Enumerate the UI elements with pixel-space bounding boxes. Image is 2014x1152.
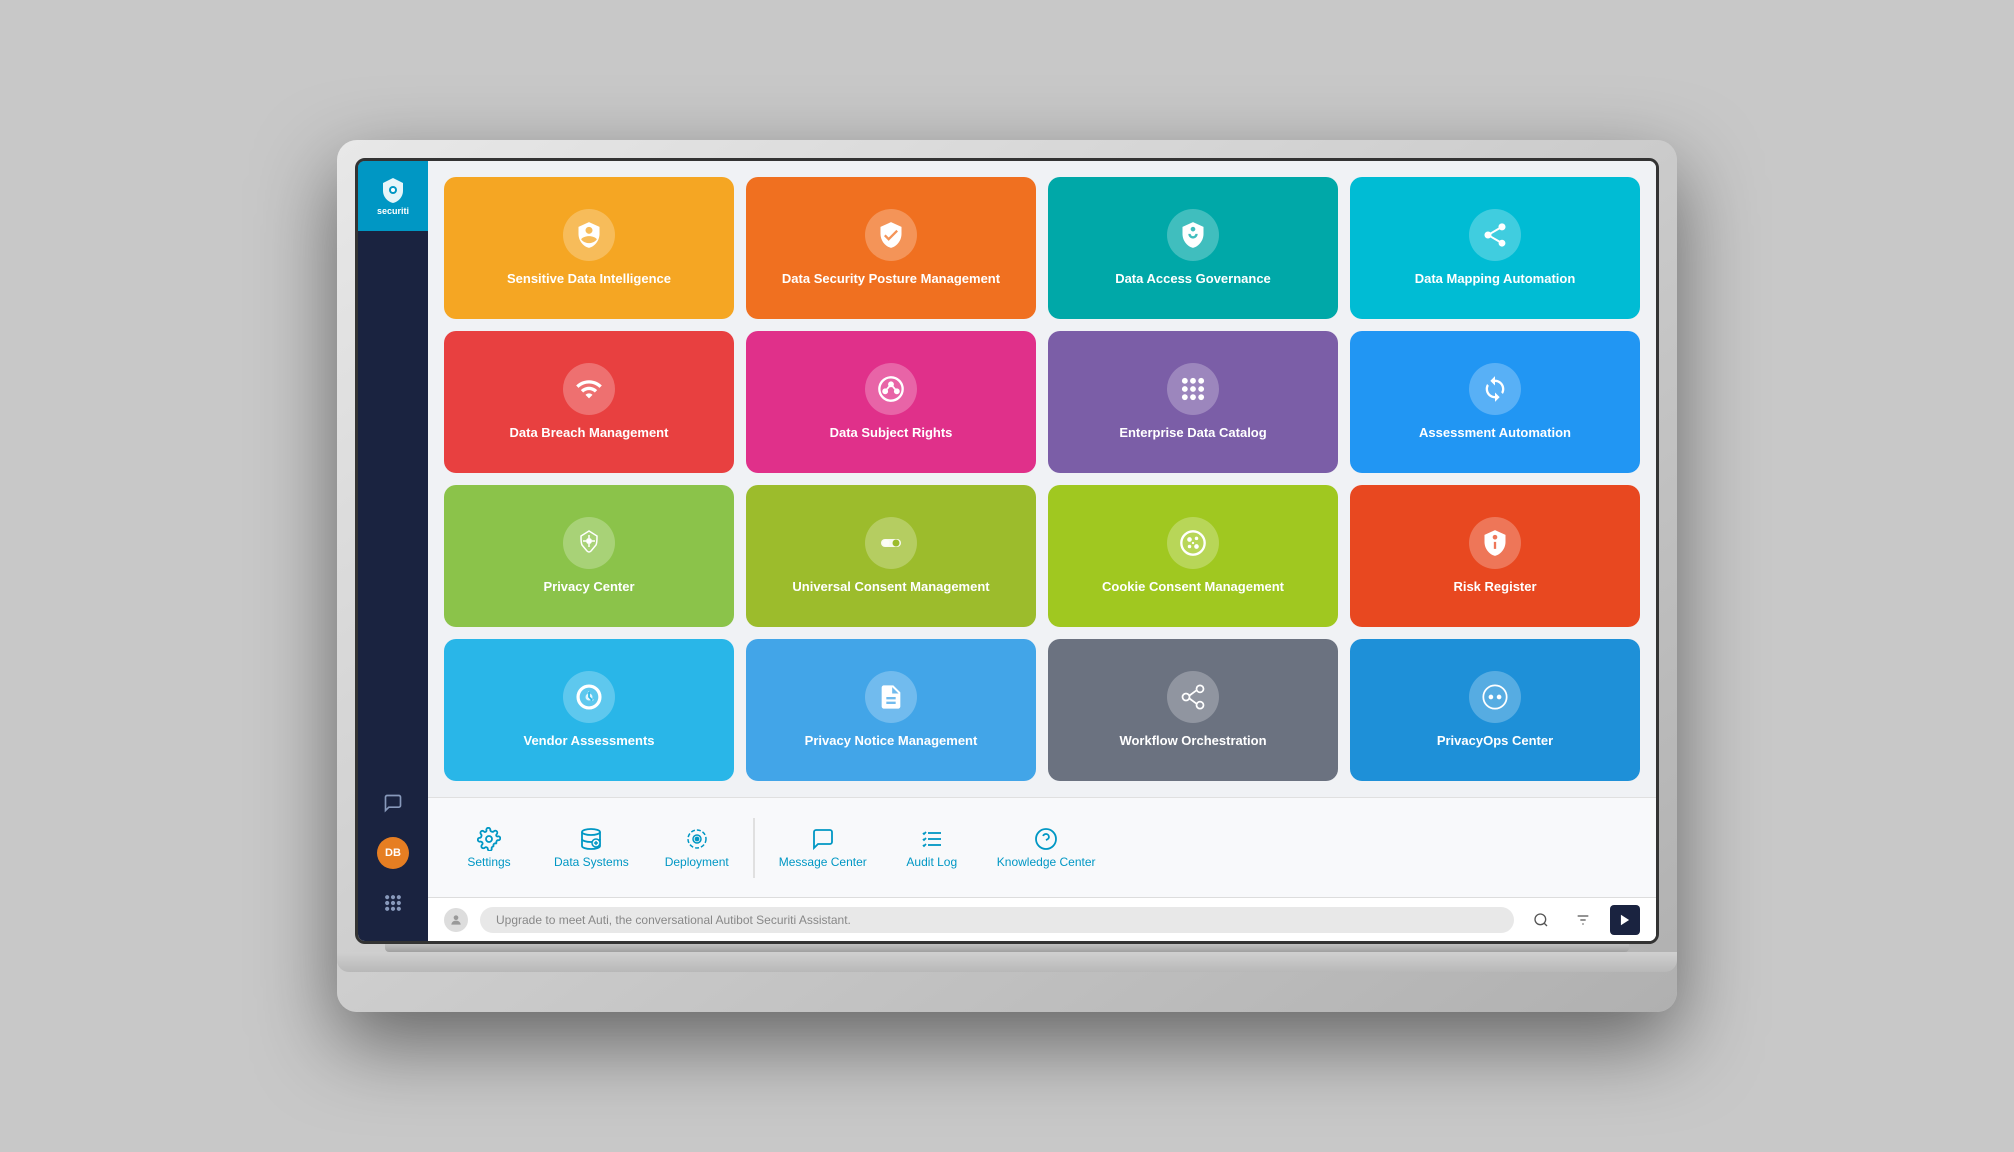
deployment-label: Deployment xyxy=(665,855,729,869)
play-bottom-icon[interactable] xyxy=(1610,905,1640,935)
sidebar-logo[interactable]: securiti xyxy=(358,161,428,231)
tile-label-vendor-assessments: Vendor Assessments xyxy=(523,733,654,750)
tile-label-privacy-center: Privacy Center xyxy=(543,579,634,596)
tile-icon-assessment xyxy=(1469,363,1521,415)
tile-enterprise-catalog[interactable]: Enterprise Data Catalog xyxy=(1048,331,1338,473)
tile-data-breach[interactable]: Data Breach Management xyxy=(444,331,734,473)
tile-assessment-automation[interactable]: Assessment Automation xyxy=(1350,331,1640,473)
tile-data-subject-rights[interactable]: Data Subject Rights xyxy=(746,331,1036,473)
tile-icon-access-governance xyxy=(1167,209,1219,261)
tile-workflow-orchestration[interactable]: Workflow Orchestration xyxy=(1048,639,1338,781)
tile-risk-register[interactable]: Risk Register xyxy=(1350,485,1640,627)
tile-icon-workflow xyxy=(1167,671,1219,723)
utility-data-systems[interactable]: Data Systems xyxy=(538,819,645,877)
knowledge-center-label: Knowledge Center xyxy=(997,855,1096,869)
laptop-hinge xyxy=(385,944,1629,952)
tile-icon-privacy-notice xyxy=(865,671,917,723)
tile-icon-subject-rights xyxy=(865,363,917,415)
tile-label-privacy-notice: Privacy Notice Management xyxy=(805,733,978,750)
chat-sidebar-icon[interactable] xyxy=(375,785,411,821)
main-content: Sensitive Data Intelligence Data Securit… xyxy=(428,161,1656,941)
tile-label-enterprise-catalog: Enterprise Data Catalog xyxy=(1119,425,1266,442)
tile-icon-universal-consent xyxy=(865,517,917,569)
tile-label-data-breach: Data Breach Management xyxy=(510,425,669,442)
audit-log-icon xyxy=(920,827,944,851)
tile-label-access-governance: Data Access Governance xyxy=(1115,271,1271,288)
utility-divider xyxy=(753,818,755,878)
sidebar-app-name: securiti xyxy=(377,206,409,216)
tile-label-security-posture: Data Security Posture Management xyxy=(782,271,1000,288)
deployment-icon xyxy=(685,827,709,851)
tile-label-risk-register: Risk Register xyxy=(1453,579,1536,596)
data-systems-label: Data Systems xyxy=(554,855,629,869)
data-systems-icon xyxy=(579,827,603,851)
tile-label-workflow: Workflow Orchestration xyxy=(1119,733,1266,750)
utility-group-1: Settings xyxy=(444,819,745,877)
tile-label-universal-consent: Universal Consent Management xyxy=(792,579,989,596)
tile-universal-consent[interactable]: Universal Consent Management xyxy=(746,485,1036,627)
audit-log-label: Audit Log xyxy=(906,855,957,869)
laptop-base xyxy=(337,952,1677,972)
tiles-grid: Sensitive Data Intelligence Data Securit… xyxy=(428,161,1656,797)
securiti-logo-icon xyxy=(379,176,407,204)
tile-icon-vendor-assessments xyxy=(563,671,615,723)
knowledge-center-icon xyxy=(1034,827,1058,851)
laptop-frame: securiti DB xyxy=(337,140,1677,1012)
utility-audit-log[interactable]: Audit Log xyxy=(887,819,977,877)
tile-icon-risk-register xyxy=(1469,517,1521,569)
tile-icon-data-breach xyxy=(563,363,615,415)
user-avatar[interactable]: DB xyxy=(377,837,409,869)
tile-label-subject-rights: Data Subject Rights xyxy=(830,425,953,442)
utility-deployment[interactable]: Deployment xyxy=(649,819,745,877)
message-center-icon xyxy=(811,827,835,851)
settings-label: Settings xyxy=(467,855,510,869)
utility-settings[interactable]: Settings xyxy=(444,819,534,877)
tile-label-assessment: Assessment Automation xyxy=(1419,425,1571,442)
tile-icon-security-posture xyxy=(865,209,917,261)
tile-privacyops-center[interactable]: PrivacyOps Center xyxy=(1350,639,1640,781)
tile-data-mapping[interactable]: Data Mapping Automation xyxy=(1350,177,1640,319)
tile-icon-cookie-consent xyxy=(1167,517,1219,569)
tile-label-privacyops: PrivacyOps Center xyxy=(1437,733,1553,750)
tile-icon-privacy-center xyxy=(563,517,615,569)
utility-bar: Settings xyxy=(428,797,1656,897)
message-center-label: Message Center xyxy=(779,855,867,869)
chat-bot-avatar xyxy=(444,908,468,932)
app-container: securiti DB xyxy=(358,161,1656,941)
chat-input[interactable]: Upgrade to meet Auti, the conversational… xyxy=(480,907,1514,933)
tile-label-data-mapping: Data Mapping Automation xyxy=(1415,271,1576,288)
tile-privacy-notice[interactable]: Privacy Notice Management xyxy=(746,639,1036,781)
laptop-screen: securiti DB xyxy=(355,158,1659,944)
tile-privacy-center[interactable]: Privacy Center xyxy=(444,485,734,627)
sidebar: securiti DB xyxy=(358,161,428,941)
utility-message-center[interactable]: Message Center xyxy=(763,819,883,877)
filter-bottom-icon[interactable] xyxy=(1568,905,1598,935)
tile-label-cookie-consent: Cookie Consent Management xyxy=(1102,579,1284,596)
settings-icon xyxy=(477,827,501,851)
tile-icon-enterprise-catalog xyxy=(1167,363,1219,415)
tile-data-access-governance[interactable]: Data Access Governance xyxy=(1048,177,1338,319)
utility-group-2: Message Center xyxy=(763,819,1112,877)
tile-icon-sensitive-data xyxy=(563,209,615,261)
tile-icon-data-mapping xyxy=(1469,209,1521,261)
tile-icon-privacyops xyxy=(1469,671,1521,723)
tile-vendor-assessments[interactable]: Vendor Assessments xyxy=(444,639,734,781)
tile-cookie-consent[interactable]: Cookie Consent Management xyxy=(1048,485,1338,627)
tile-sensitive-data-intelligence[interactable]: Sensitive Data Intelligence xyxy=(444,177,734,319)
search-bottom-icon[interactable] xyxy=(1526,905,1556,935)
grid-sidebar-icon[interactable] xyxy=(375,885,411,921)
sidebar-bottom-icons: DB xyxy=(375,785,411,941)
tile-data-security-posture[interactable]: Data Security Posture Management xyxy=(746,177,1036,319)
utility-knowledge-center[interactable]: Knowledge Center xyxy=(981,819,1112,877)
tile-label-sensitive-data: Sensitive Data Intelligence xyxy=(507,271,671,288)
bottom-bar: Upgrade to meet Auti, the conversational… xyxy=(428,897,1656,941)
bottom-action-icons xyxy=(1526,905,1640,935)
